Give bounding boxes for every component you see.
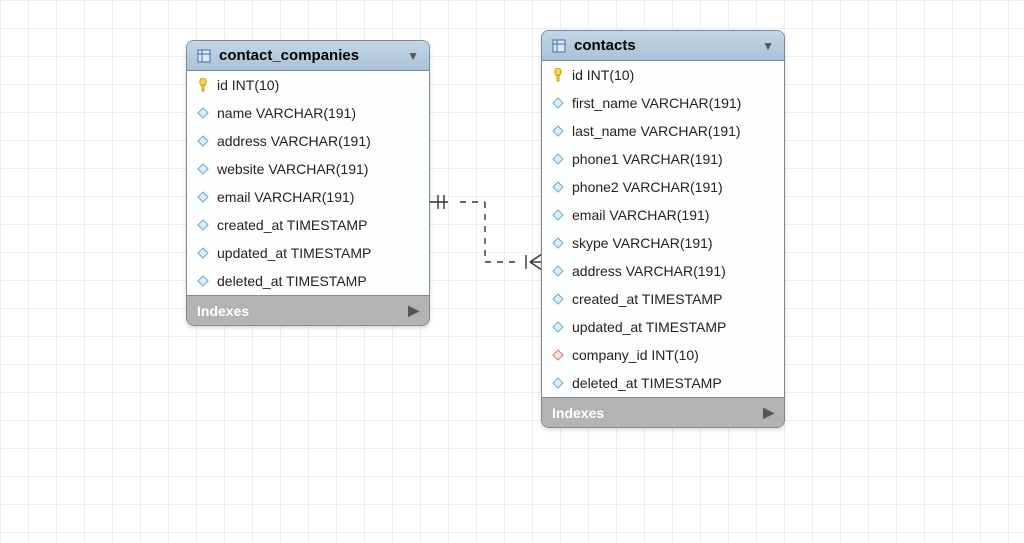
column-text: phone2 VARCHAR(191): [572, 179, 723, 195]
table-icon: [197, 49, 211, 63]
column-row[interactable]: id INT(10): [542, 61, 784, 89]
column-row[interactable]: name VARCHAR(191): [187, 99, 429, 127]
expand-caret-icon: ▶: [408, 302, 419, 319]
column-text: email VARCHAR(191): [572, 207, 709, 223]
column-text: id INT(10): [217, 77, 279, 93]
table-header[interactable]: contact_companies ▼: [187, 41, 429, 71]
column-text: address VARCHAR(191): [217, 133, 371, 149]
column-text: last_name VARCHAR(191): [572, 123, 741, 139]
foreign-key-icon: [552, 349, 564, 361]
column-row[interactable]: id INT(10): [187, 71, 429, 99]
attribute-icon: [552, 321, 564, 333]
attribute-icon: [552, 181, 564, 193]
indexes-footer[interactable]: Indexes ▶: [187, 295, 429, 325]
attribute-icon: [197, 191, 209, 203]
column-row[interactable]: phone1 VARCHAR(191): [542, 145, 784, 173]
column-row[interactable]: created_at TIMESTAMP: [187, 211, 429, 239]
column-list: id INT(10) first_name VARCHAR(191) last_na…: [542, 61, 784, 397]
column-text: skype VARCHAR(191): [572, 235, 713, 251]
attribute-icon: [197, 275, 209, 287]
column-text: updated_at TIMESTAMP: [217, 245, 371, 261]
column-row[interactable]: updated_at TIMESTAMP: [542, 313, 784, 341]
column-row[interactable]: phone2 VARCHAR(191): [542, 173, 784, 201]
column-list: id INT(10) name VARCHAR(191) address VARCH…: [187, 71, 429, 295]
attribute-icon: [552, 265, 564, 277]
attribute-icon: [552, 237, 564, 249]
primary-key-icon: [197, 78, 209, 92]
relationship-connector: [430, 190, 542, 280]
table-title: contacts: [574, 37, 754, 54]
column-text: first_name VARCHAR(191): [572, 95, 741, 111]
indexes-footer[interactable]: Indexes ▶: [542, 397, 784, 427]
attribute-icon: [552, 153, 564, 165]
column-text: updated_at TIMESTAMP: [572, 319, 726, 335]
attribute-icon: [552, 209, 564, 221]
column-row[interactable]: last_name VARCHAR(191): [542, 117, 784, 145]
column-text: phone1 VARCHAR(191): [572, 151, 723, 167]
attribute-icon: [552, 293, 564, 305]
column-text: deleted_at TIMESTAMP: [572, 375, 722, 391]
attribute-icon: [197, 247, 209, 259]
primary-key-icon: [552, 68, 564, 82]
attribute-icon: [197, 107, 209, 119]
column-row[interactable]: created_at TIMESTAMP: [542, 285, 784, 313]
column-text: id INT(10): [572, 67, 634, 83]
expand-caret-icon: ▶: [763, 404, 774, 421]
column-row[interactable]: skype VARCHAR(191): [542, 229, 784, 257]
table-contacts[interactable]: contacts ▼ id INT(10) first_name VARCHAR(…: [541, 30, 785, 428]
column-text: website VARCHAR(191): [217, 161, 368, 177]
column-row[interactable]: deleted_at TIMESTAMP: [542, 369, 784, 397]
attribute-icon: [197, 163, 209, 175]
collapse-caret-icon[interactable]: ▼: [762, 39, 774, 53]
column-row[interactable]: deleted_at TIMESTAMP: [187, 267, 429, 295]
attribute-icon: [197, 135, 209, 147]
column-text: deleted_at TIMESTAMP: [217, 273, 367, 289]
column-text: address VARCHAR(191): [572, 263, 726, 279]
column-text: created_at TIMESTAMP: [572, 291, 722, 307]
column-row[interactable]: website VARCHAR(191): [187, 155, 429, 183]
column-row[interactable]: updated_at TIMESTAMP: [187, 239, 429, 267]
attribute-icon: [197, 219, 209, 231]
column-text: created_at TIMESTAMP: [217, 217, 367, 233]
table-header[interactable]: contacts ▼: [542, 31, 784, 61]
attribute-icon: [552, 125, 564, 137]
column-row[interactable]: address VARCHAR(191): [542, 257, 784, 285]
attribute-icon: [552, 97, 564, 109]
table-contact-companies[interactable]: contact_companies ▼ id INT(10) name VARCH…: [186, 40, 430, 326]
column-row[interactable]: company_id INT(10): [542, 341, 784, 369]
indexes-label: Indexes: [197, 303, 249, 319]
column-text: company_id INT(10): [572, 347, 699, 363]
column-text: name VARCHAR(191): [217, 105, 356, 121]
table-icon: [552, 39, 566, 53]
column-row[interactable]: address VARCHAR(191): [187, 127, 429, 155]
indexes-label: Indexes: [552, 405, 604, 421]
column-text: email VARCHAR(191): [217, 189, 354, 205]
column-row[interactable]: email VARCHAR(191): [187, 183, 429, 211]
table-title: contact_companies: [219, 47, 399, 64]
attribute-icon: [552, 377, 564, 389]
column-row[interactable]: email VARCHAR(191): [542, 201, 784, 229]
column-row[interactable]: first_name VARCHAR(191): [542, 89, 784, 117]
collapse-caret-icon[interactable]: ▼: [407, 49, 419, 63]
